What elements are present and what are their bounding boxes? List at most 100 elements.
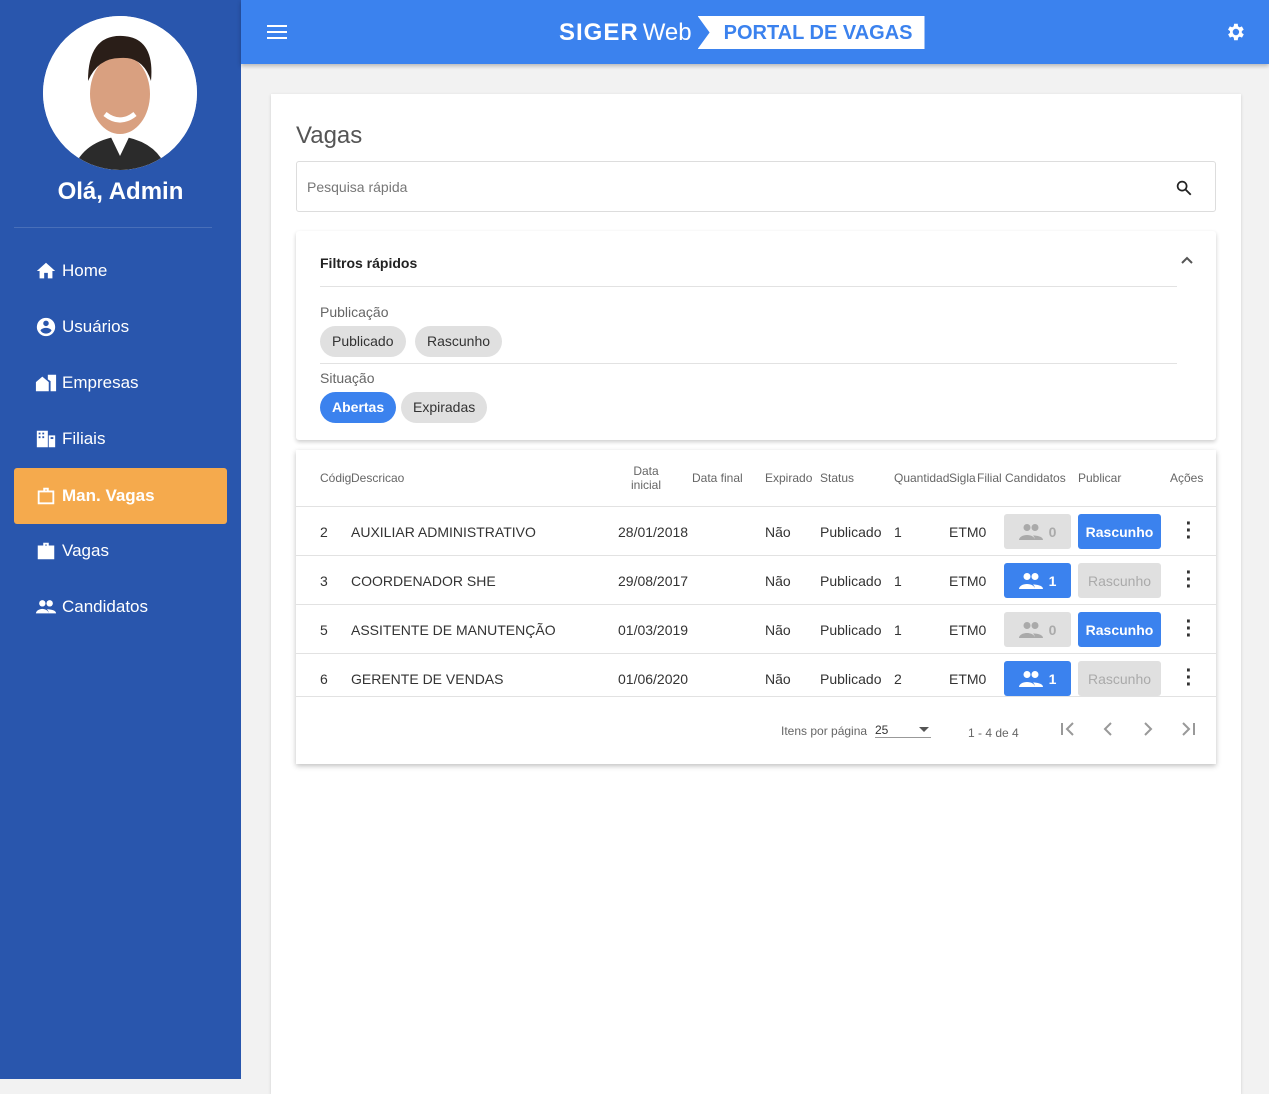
chip-rascunho[interactable]: Rascunho <box>415 326 503 357</box>
chevron-up-icon[interactable] <box>1180 253 1194 267</box>
top-bar: SIGER Web PORTAL DE VAGAS <box>241 0 1269 64</box>
header-quantidade[interactable]: Quantidad <box>894 471 949 485</box>
cell-descricao: ASSITENTE DE MANUTENÇÃO <box>351 622 556 638</box>
people-icon <box>1018 572 1043 589</box>
sidebar-item-label: Candidatos <box>62 597 149 616</box>
chip-expiradas[interactable]: Expiradas <box>401 392 488 423</box>
header-descricao[interactable]: Descricao <box>351 471 404 485</box>
more-actions-icon[interactable]: · · · <box>1184 514 1194 548</box>
header-data-final[interactable]: Data final <box>692 471 743 485</box>
sidebar-item-label: Empresas <box>62 373 139 392</box>
sidebar-item-label: Man. Vagas <box>62 486 155 505</box>
header-publicar[interactable]: Publicar <box>1078 471 1121 485</box>
candidatos-button[interactable]: 1 <box>1004 661 1071 696</box>
publicar-button[interactable]: Rascunho <box>1078 563 1161 598</box>
header-expirado[interactable]: Expirado <box>765 471 812 485</box>
header-status[interactable]: Status <box>820 471 854 485</box>
header-candidatos[interactable]: Candidatos <box>1005 471 1066 485</box>
table-row: 2 AUXILIAR ADMINISTRATIVO 28/01/2018 Não… <box>296 506 1216 555</box>
header-codigo[interactable]: Códig <box>320 471 351 485</box>
chip-abertas[interactable]: Abertas <box>320 392 397 423</box>
first-page-icon[interactable] <box>1059 720 1077 738</box>
page-range: 1 - 4 de 4 <box>968 726 1019 740</box>
gear-icon[interactable] <box>1224 21 1246 43</box>
menu-icon[interactable] <box>267 22 287 42</box>
search-input[interactable]: Pesquisa rápida <box>296 161 1216 212</box>
briefcase-outline-icon <box>37 487 55 505</box>
page-size-select[interactable]: 25 <box>875 718 931 738</box>
candidatos-count: 1 <box>1048 670 1057 687</box>
cell-filial: ETM0 <box>949 573 987 589</box>
main-card: Vagas Pesquisa rápida Filtros rápidos Pu… <box>271 94 1241 1094</box>
cell-data: 28/01/2018 <box>618 524 689 540</box>
cell-quantidade: 1 <box>894 622 902 638</box>
cell-status: Publicado <box>820 671 882 687</box>
cell-filial: ETM0 <box>949 524 987 540</box>
table-row: 3 COORDENADOR SHE 29/08/2017 Não Publica… <box>296 555 1216 604</box>
sidebar: Olá, Admin Home Usuários Empresas Filiai… <box>0 0 241 1079</box>
cell-descricao: COORDENADOR SHE <box>351 573 496 589</box>
next-page-icon[interactable] <box>1139 720 1157 738</box>
portal-title: PORTAL DE VAGAS <box>697 16 925 49</box>
sidebar-item-candidatos[interactable]: Candidatos <box>14 579 227 635</box>
building-icon <box>36 430 56 448</box>
candidatos-button[interactable]: 0 <box>1004 612 1071 647</box>
search-icon[interactable] <box>1175 179 1193 197</box>
sidebar-item-usuarios[interactable]: Usuários <box>14 299 227 355</box>
more-actions-icon[interactable]: · · · <box>1184 563 1194 597</box>
cell-expirado: Não <box>765 622 791 638</box>
items-per-page-label: Itens por página <box>781 724 868 738</box>
header-data-inicial[interactable]: Data inicial <box>629 464 663 492</box>
greeting: Olá, Admin <box>57 178 184 205</box>
cell-codigo: 3 <box>320 573 328 589</box>
filters-title: Filtros rápidos <box>320 255 418 271</box>
sidebar-item-empresas[interactable]: Empresas <box>14 355 227 411</box>
sidebar-item-label: Home <box>62 261 108 280</box>
dropdown-arrow-icon <box>919 727 929 732</box>
publicar-button[interactable]: Rascunho <box>1078 612 1161 647</box>
avatar <box>43 16 197 170</box>
cell-data: 29/08/2017 <box>618 573 689 589</box>
sidebar-item-vagas[interactable]: Vagas <box>14 523 227 579</box>
page-title: Vagas <box>296 122 363 149</box>
sidebar-item-man-vagas[interactable]: Man. Vagas <box>14 468 227 524</box>
publicacao-label: Publicação <box>320 304 389 320</box>
candidatos-count: 0 <box>1048 621 1057 638</box>
people-icon <box>1018 670 1043 687</box>
header-acoes: Ações <box>1170 471 1204 485</box>
more-actions-icon[interactable]: · · · <box>1184 661 1194 695</box>
candidatos-button[interactable]: 1 <box>1004 563 1071 598</box>
candidatos-button[interactable]: 0 <box>1004 514 1071 549</box>
situacao-label: Situação <box>320 370 375 386</box>
cell-quantidade: 1 <box>894 524 902 540</box>
table-row: 6 GERENTE DE VENDAS 01/06/2020 Não Publi… <box>296 653 1216 702</box>
cell-expirado: Não <box>765 524 791 540</box>
people-icon <box>1018 523 1043 540</box>
cell-status: Publicado <box>820 622 882 638</box>
cell-expirado: Não <box>765 573 791 589</box>
people-icon <box>35 600 57 614</box>
publicar-button[interactable]: Rascunho <box>1078 514 1161 549</box>
last-page-icon[interactable] <box>1179 720 1197 738</box>
chip-publicado[interactable]: Publicado <box>320 326 406 357</box>
account-circle-icon <box>36 317 56 337</box>
sidebar-item-label: Usuários <box>62 317 130 336</box>
cell-status: Publicado <box>820 524 882 540</box>
cell-descricao: GERENTE DE VENDAS <box>351 671 504 687</box>
sidebar-item-label: Filiais <box>62 429 106 448</box>
publicar-button[interactable]: Rascunho <box>1078 661 1161 696</box>
people-icon <box>1018 621 1043 638</box>
prev-page-icon[interactable] <box>1099 720 1117 738</box>
header-filial[interactable]: Filial <box>977 471 1002 485</box>
briefcase-icon <box>37 542 55 560</box>
candidatos-count: 1 <box>1048 572 1057 589</box>
sidebar-item-filiais[interactable]: Filiais <box>14 411 227 467</box>
cell-status: Publicado <box>820 573 882 589</box>
header-sigla[interactable]: Sigla <box>949 471 976 485</box>
cell-quantidade: 1 <box>894 573 902 589</box>
more-actions-icon[interactable]: · · · <box>1184 612 1194 646</box>
cell-filial: ETM0 <box>949 671 987 687</box>
sidebar-item-home[interactable]: Home <box>14 243 227 299</box>
sidebar-item-label: Vagas <box>62 541 109 560</box>
cell-descricao: AUXILIAR ADMINISTRATIVO <box>351 524 536 540</box>
